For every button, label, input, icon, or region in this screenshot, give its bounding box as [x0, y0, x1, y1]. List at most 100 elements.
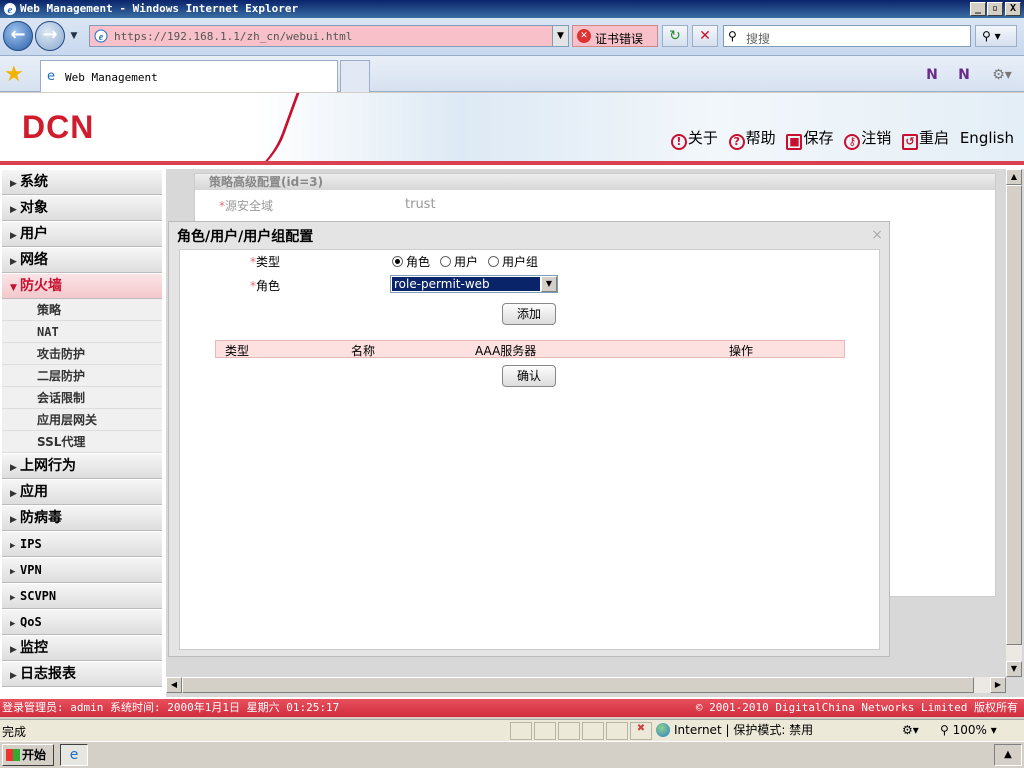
address-url[interactable]: https://192.168.1.1/zh_cn/webui.html [114, 30, 352, 43]
radio-role[interactable] [392, 256, 403, 267]
sidebar-item-objects[interactable]: ▶ 对象 [2, 195, 162, 221]
scroll-thumb[interactable] [1006, 185, 1022, 645]
chevron-down-icon[interactable]: ▼ [541, 276, 557, 292]
popup-blocked-icon[interactable]: ✖ [630, 722, 652, 740]
status-cell [582, 722, 604, 740]
sidebar-item-log-report[interactable]: ▶ 日志报表 [2, 661, 162, 687]
ie-navigation-bar: ← → ▼ e https://192.168.1.1/zh_cn/webui.… [0, 18, 1024, 56]
zoom-level[interactable]: ⚲ 100% ▾ [940, 723, 997, 737]
chevron-right-icon: ▶ [10, 645, 17, 655]
certificate-error-label: 证书错误 [595, 32, 644, 46]
chevron-right-icon: ▶ [10, 231, 17, 241]
close-window-button[interactable]: X [1005, 2, 1021, 16]
stop-icon[interactable]: ✕ [692, 25, 718, 47]
sidebar-item-firewall[interactable]: ▼ 防火墙 [2, 273, 162, 299]
sidebar-item-users[interactable]: ▶ 用户 [2, 221, 162, 247]
certificate-error-button[interactable]: ✕ 证书错误 [572, 25, 658, 47]
security-zone[interactable]: Internet | 保护模式: 禁用 [656, 722, 813, 740]
status-cell [606, 722, 628, 740]
add-button[interactable]: 添加 [502, 303, 556, 325]
hscroll-thumb[interactable] [182, 677, 974, 693]
sidebar-subitem-l2-defense[interactable]: 二层防护 [2, 365, 162, 387]
logout-link[interactable]: ⚷ 注销 [844, 127, 891, 150]
sidebar-item-network[interactable]: ▶ 网络 [2, 247, 162, 273]
confirm-button[interactable]: 确认 [502, 365, 556, 387]
maximize-button[interactable]: ▫ [987, 2, 1003, 16]
copyright: © 2001-2010 DigitalChina Networks Limite… [695, 701, 1018, 714]
onenote-icon[interactable]: N [920, 64, 944, 86]
taskbar-ie-icon[interactable]: e [60, 744, 88, 766]
chevron-right-icon: ▶ [10, 593, 16, 603]
refresh-icon[interactable]: ↻ [662, 25, 688, 47]
status-cell [558, 722, 580, 740]
sidebar-item-application[interactable]: ▶ 应用 [2, 479, 162, 505]
scroll-up-icon[interactable]: ▲ [1006, 169, 1022, 185]
radio-user[interactable] [440, 256, 451, 267]
panel-title: 策略高级配置(id=3) [195, 174, 995, 190]
column-aaa-server: AAA服务器 [475, 344, 537, 358]
sidebar-subitem-session-limit[interactable]: 会话限制 [2, 387, 162, 409]
english-link[interactable]: English [960, 129, 1014, 147]
onenote-send-icon[interactable]: N [952, 64, 976, 86]
scroll-down-icon[interactable]: ▼ [1006, 661, 1022, 677]
svg-text:e: e [8, 4, 13, 16]
chevron-right-icon: ▶ [10, 619, 16, 629]
back-button[interactable]: ← [3, 21, 33, 51]
tray-expand-icon[interactable]: ▲ [994, 744, 1022, 766]
scroll-right-icon[interactable]: ▶ [990, 677, 1006, 693]
sidebar-subitem-attack-defense[interactable]: 攻击防护 [2, 343, 162, 365]
sidebar-item-antivirus[interactable]: ▶ 防病毒 [2, 505, 162, 531]
svg-text:e: e [99, 32, 104, 43]
tab-web-management[interactable]: e Web Management [40, 60, 338, 92]
ie-icon: e [47, 69, 55, 84]
chevron-right-icon: ▶ [10, 463, 17, 473]
chevron-right-icon: ▶ [10, 567, 16, 577]
status-text: 完成 [2, 725, 27, 739]
sidebar-subitem-ssl-proxy[interactable]: SSL代理 [2, 431, 162, 453]
minimize-button[interactable]: _ [970, 2, 986, 16]
horizontal-scrollbar[interactable]: ◀ ▶ [166, 677, 1006, 693]
search-box[interactable]: ⚲ 搜搜 [723, 25, 971, 47]
scroll-left-icon[interactable]: ◀ [166, 677, 182, 693]
close-icon[interactable]: × [871, 227, 883, 243]
chevron-right-icon: ▶ [10, 671, 17, 681]
favorites-star-icon[interactable]: ★ [4, 62, 24, 87]
ie-status-bar: 完成 ✖ Internet | 保护模式: 禁用 ⚙▾ ⚲ 100% ▾ [0, 719, 1024, 741]
sidebar-subitem-nat[interactable]: NAT [2, 321, 162, 343]
forward-button[interactable]: → [35, 21, 65, 51]
address-bar[interactable]: e https://192.168.1.1/zh_cn/webui.html ▼ [89, 25, 569, 47]
sidebar-item-monitor[interactable]: ▶ 监控 [2, 635, 162, 661]
vertical-scrollbar[interactable]: ▲ ▼ [1006, 169, 1022, 677]
role-select[interactable]: role-permit-web ▼ [390, 275, 558, 293]
globe-icon [656, 723, 670, 737]
column-operation: 操作 [729, 344, 754, 358]
chevron-right-icon: ▶ [10, 489, 17, 499]
sidebar-subitem-alg[interactable]: 应用层网关 [2, 409, 162, 431]
type-radio-group: 角色 用户 用户组 [392, 253, 592, 269]
sidebar-subitem-policy[interactable]: 策略 [2, 299, 162, 321]
radio-usergroup[interactable] [488, 256, 499, 267]
help-link[interactable]: ? 帮助 [728, 127, 776, 150]
address-dropdown-icon[interactable]: ▼ [552, 26, 568, 46]
start-button[interactable]: 开始 [2, 744, 54, 766]
windows-taskbar: 开始 e ▲ [0, 741, 1024, 768]
reboot-link[interactable]: ↺ 重启 [902, 127, 949, 150]
sidebar-item-qos[interactable]: ▶ QoS [2, 609, 162, 635]
status-cell [510, 722, 532, 740]
tools-gear-icon[interactable]: ⚙▾ [984, 64, 1020, 86]
sidebar-item-ips[interactable]: ▶ IPS [2, 531, 162, 557]
history-dropdown-icon[interactable]: ▼ [67, 29, 81, 43]
sidebar-item-vpn[interactable]: ▶ VPN [2, 557, 162, 583]
save-link[interactable]: ■ 保存 [786, 127, 833, 150]
search-input[interactable]: 搜搜 [746, 30, 770, 47]
sidebar-item-scvpn[interactable]: ▶ SCVPN [2, 583, 162, 609]
about-link[interactable]: ! 关于 [670, 127, 718, 150]
sidebar-item-web-behavior[interactable]: ▶ 上网行为 [2, 453, 162, 479]
sidebar-item-system[interactable]: ▶ 系统 [2, 169, 162, 195]
header-links: ! 关于 ? 帮助 ■ 保存 ⚷ 注销 ↺ 重启 English [665, 127, 1014, 150]
search-go-button[interactable]: ⚲ ▾ [975, 25, 1017, 47]
dcn-logo: DCN [22, 109, 95, 145]
privacy-icon[interactable]: ⚙▾ [902, 723, 919, 737]
new-tab-button[interactable] [340, 60, 370, 92]
chevron-right-icon: ▶ [10, 205, 17, 215]
